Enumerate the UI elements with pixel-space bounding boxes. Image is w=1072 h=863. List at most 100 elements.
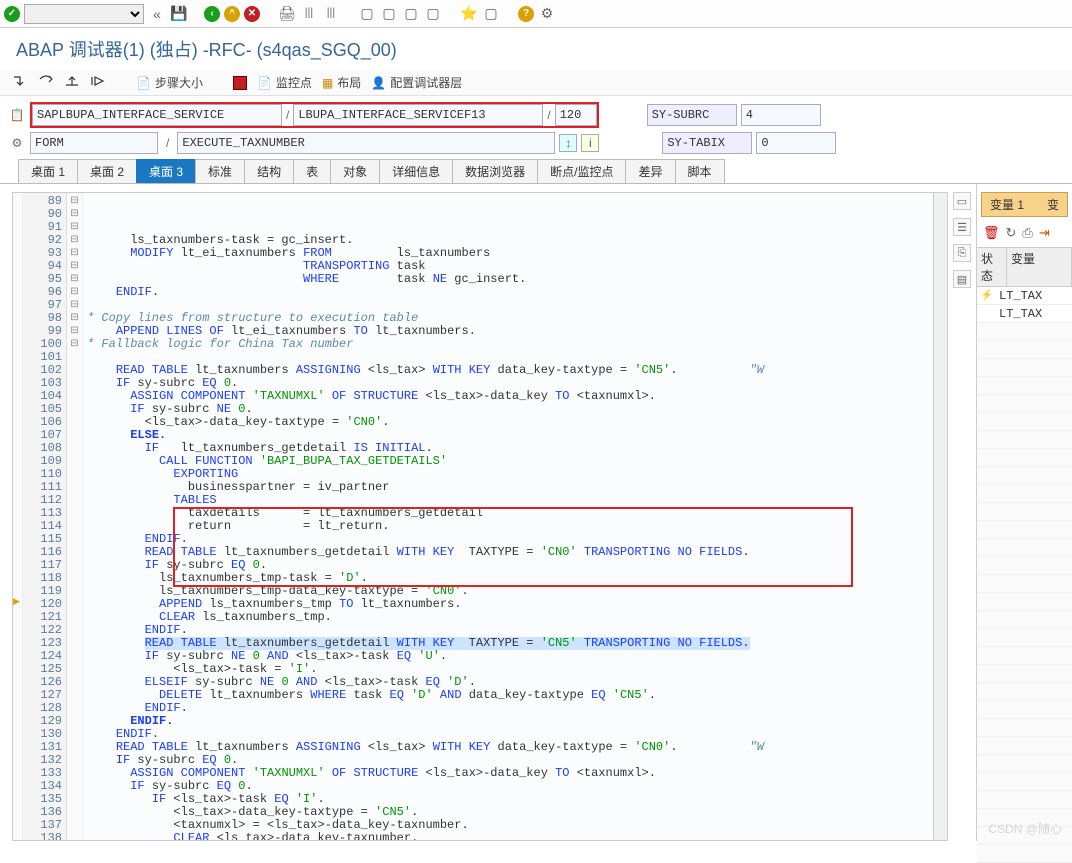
favorite-icon[interactable]: ⭐ (460, 5, 478, 23)
variable-row-empty[interactable] (977, 503, 1072, 521)
variable-row-empty[interactable] (977, 431, 1072, 449)
shortcut-icon[interactable]: ▢ (482, 5, 500, 23)
variable-row-empty[interactable] (977, 647, 1072, 665)
tab-1[interactable]: 桌面 2 (77, 159, 137, 183)
line-number-gutter: 8990919293949596979899100101102103104105… (23, 193, 67, 840)
breakpoint-gutter[interactable]: ▶ (13, 193, 23, 840)
variable-row-empty[interactable] (977, 593, 1072, 611)
find-next-icon[interactable]: ꔖ (322, 5, 340, 23)
variable-row-empty[interactable] (977, 611, 1072, 629)
nav-icon-1[interactable]: ↕ (559, 134, 577, 152)
variable-row-empty[interactable] (977, 665, 1072, 683)
tab-9[interactable]: 断点/监控点 (537, 159, 626, 183)
variable-row-empty[interactable] (977, 575, 1072, 593)
variable-row-empty[interactable] (977, 737, 1072, 755)
help-icon[interactable]: ? (518, 6, 534, 22)
variable-row-empty[interactable] (977, 377, 1072, 395)
tab-2[interactable]: 桌面 3 (136, 159, 196, 183)
step-size-menu[interactable]: 📄步骤大小 (136, 74, 203, 91)
layout-menu[interactable]: ▦布局 (322, 74, 361, 91)
variable-row-empty[interactable] (977, 521, 1072, 539)
nav-icon-2[interactable]: i (581, 134, 599, 152)
variable-row-empty[interactable] (977, 773, 1072, 791)
variable-row-empty[interactable] (977, 719, 1072, 737)
code-editor[interactable]: ▶ 89909192939495969798991001011021031041… (12, 192, 948, 841)
step-over-icon[interactable] (38, 75, 54, 90)
config-menu[interactable]: 👤配置调试器层 (371, 74, 462, 91)
find-icon[interactable]: ꔖ (300, 5, 318, 23)
variable-row-empty[interactable] (977, 701, 1072, 719)
page-title: ABAP 调试器(1) (独占) -RFC- (s4qas_SGQ_00) (0, 28, 1072, 70)
code-area[interactable]: ls_taxnumbers-task = gc_insert. MODIFY l… (83, 193, 933, 840)
new-session4-icon[interactable]: ▢ (424, 5, 442, 23)
exit-icon[interactable]: ^ (224, 6, 240, 22)
command-field[interactable] (24, 4, 144, 24)
stop-button[interactable] (233, 76, 247, 90)
variable-row-empty[interactable] (977, 809, 1072, 827)
tab-8[interactable]: 数据浏览器 (452, 159, 538, 183)
variable-row-empty[interactable] (977, 539, 1072, 557)
tab-10[interactable]: 差异 (625, 159, 675, 183)
tool-3-icon[interactable]: ⎘ (953, 244, 971, 262)
tab-3[interactable]: 标准 (195, 159, 245, 183)
cancel-icon[interactable]: ✕ (244, 6, 260, 22)
delete-icon[interactable]: 🗑 (983, 225, 1000, 241)
continue-icon[interactable] (90, 75, 106, 90)
variable-row-empty[interactable] (977, 323, 1072, 341)
variable-row-empty[interactable] (977, 683, 1072, 701)
variable-row-empty[interactable] (977, 467, 1072, 485)
tab-6[interactable]: 对象 (330, 159, 380, 183)
new-session-icon[interactable]: ▢ (358, 5, 376, 23)
variable-row-empty[interactable] (977, 359, 1072, 377)
program-field[interactable]: SAPLBUPA_INTERFACE_SERVICE (32, 104, 282, 126)
user-icon: 👤 (371, 76, 386, 90)
sy-subrc-value[interactable]: 4 (741, 104, 821, 126)
back-icon[interactable]: ‹ (204, 6, 220, 22)
new-session2-icon[interactable]: ▢ (380, 5, 398, 23)
separator: / (282, 108, 293, 122)
tool-4-icon[interactable]: ▤ (953, 270, 971, 288)
first-page-icon[interactable]: « (148, 5, 166, 23)
tab-7[interactable]: 详细信息 (379, 159, 453, 183)
debug-toolbar: 📄步骤大小 📄监控点 ▦布局 👤配置调试器层 (0, 70, 1072, 96)
print-icon[interactable]: 🖨 (278, 5, 296, 23)
refresh-icon[interactable]: ↻ (1006, 225, 1017, 241)
event-type-field[interactable]: FORM (30, 132, 158, 154)
variable-row-empty[interactable] (977, 755, 1072, 773)
variable-row-empty[interactable] (977, 557, 1072, 575)
tool-1-icon[interactable]: ▭ (953, 192, 971, 210)
include-field[interactable]: LBUPA_INTERFACE_SERVICEF13 (293, 104, 543, 126)
step-out-icon[interactable] (64, 75, 80, 90)
variable-row[interactable]: ⚡LT_TAX (977, 287, 1072, 305)
variables-tab[interactable]: 变量 1 变 (981, 192, 1068, 217)
watchpoint-menu[interactable]: 📄监控点 (257, 74, 312, 91)
tab-4[interactable]: 结构 (244, 159, 294, 183)
tool-2-icon[interactable]: ☰ (953, 218, 971, 236)
variable-row-empty[interactable] (977, 845, 1072, 863)
list-icon[interactable]: ⎙ (1022, 225, 1032, 241)
variable-row-empty[interactable] (977, 413, 1072, 431)
save-icon[interactable]: 💾 (170, 5, 188, 23)
variable-row-empty[interactable] (977, 449, 1072, 467)
event-name-field[interactable]: EXECUTE_TAXNUMBER (177, 132, 555, 154)
variable-row-empty[interactable] (977, 827, 1072, 845)
sy-tabix-value[interactable]: 0 (756, 132, 836, 154)
new-session3-icon[interactable]: ▢ (402, 5, 420, 23)
ok-icon[interactable]: ✓ (4, 6, 20, 22)
step-into-icon[interactable] (12, 75, 28, 90)
tab-5[interactable]: 表 (293, 159, 331, 183)
fold-gutter[interactable]: ⊟⊟⊟⊟⊟⊟⊟⊟⊟⊟⊟⊟ (67, 193, 83, 840)
settings-icon[interactable]: ⚙ (538, 5, 556, 23)
gear-icon[interactable]: ⚙ (8, 134, 26, 152)
variable-row-empty[interactable] (977, 341, 1072, 359)
variable-row-empty[interactable] (977, 791, 1072, 809)
line-field[interactable]: 120 (555, 104, 597, 126)
tab-0[interactable]: 桌面 1 (18, 159, 78, 183)
variable-row-empty[interactable] (977, 629, 1072, 647)
variable-row-empty[interactable] (977, 395, 1072, 413)
vertical-scrollbar[interactable] (933, 193, 947, 840)
tab-11[interactable]: 脚本 (675, 159, 725, 183)
variable-row[interactable]: LT_TAX (977, 305, 1072, 323)
export-icon[interactable]: ⇥ (1039, 225, 1050, 241)
variable-row-empty[interactable] (977, 485, 1072, 503)
